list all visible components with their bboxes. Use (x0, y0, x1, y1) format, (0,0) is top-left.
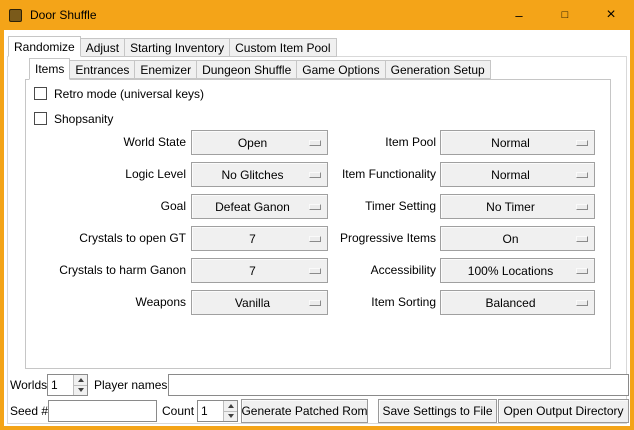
dropdown-indicator-icon (576, 268, 588, 274)
setting-row: Weapons Vanilla Item Sorting Balanced (26, 290, 610, 315)
generate-patched-rom-button[interactable]: Generate Patched Rom (241, 399, 368, 423)
crystals-harm-ganon-value: 7 (249, 264, 256, 278)
item-functionality-dropdown[interactable]: Normal (440, 162, 595, 187)
tab-adjust[interactable]: Adjust (80, 38, 125, 57)
timer-setting-dropdown[interactable]: No Timer (440, 194, 595, 219)
minimize-button[interactable]: – (496, 0, 542, 30)
shopsanity-checkbox-row[interactable]: Shopsanity (34, 110, 113, 127)
player-names-label: Player names (94, 374, 167, 396)
spin-up-icon[interactable] (224, 401, 237, 411)
tab-randomize[interactable]: Randomize (8, 36, 81, 57)
item-pool-label: Item Pool (256, 130, 436, 155)
maximize-button[interactable]: □ (542, 0, 588, 30)
seed-field[interactable] (48, 400, 157, 422)
dropdown-indicator-icon (576, 172, 588, 178)
spin-down-icon[interactable] (224, 411, 237, 422)
seed-label: Seed # (10, 399, 48, 423)
tab-starting-inventory[interactable]: Starting Inventory (124, 38, 230, 57)
dropdown-indicator-icon (576, 300, 588, 306)
retro-mode-label: Retro mode (universal keys) (54, 87, 204, 101)
tab-items[interactable]: Items (29, 58, 70, 80)
goal-label: Goal (26, 194, 186, 219)
crystals-open-gt-value: 7 (249, 232, 256, 246)
worlds-input[interactable] (48, 375, 73, 395)
worlds-row: Worlds Player names (4, 374, 630, 396)
player-names-field[interactable] (168, 374, 629, 396)
retro-mode-checkbox[interactable] (34, 87, 47, 100)
progressive-items-dropdown[interactable]: On (440, 226, 595, 251)
tab-game-options[interactable]: Game Options (296, 60, 385, 79)
item-pool-value: Normal (491, 136, 530, 150)
item-functionality-label: Item Functionality (256, 162, 436, 187)
dropdown-indicator-icon (576, 140, 588, 146)
dropdown-indicator-icon (576, 236, 588, 242)
worlds-spinbox[interactable] (47, 374, 88, 396)
tab-enemizer[interactable]: Enemizer (134, 60, 197, 79)
tab-dungeon-shuffle[interactable]: Dungeon Shuffle (196, 60, 297, 79)
settings-notebook: Items Entrances Enemizer Dungeon Shuffle… (25, 57, 611, 369)
setting-row: World State Open Item Pool Normal (26, 130, 610, 155)
spin-down-icon[interactable] (74, 385, 87, 396)
app-icon (9, 9, 22, 22)
item-pool-dropdown[interactable]: Normal (440, 130, 595, 155)
logic-level-label: Logic Level (26, 162, 186, 187)
shopsanity-checkbox[interactable] (34, 112, 47, 125)
progressive-items-label: Progressive Items (256, 226, 436, 251)
setting-row: Logic Level No Glitches Item Functionali… (26, 162, 610, 187)
weapons-label: Weapons (26, 290, 186, 315)
progressive-items-value: On (502, 232, 518, 246)
worlds-label: Worlds (10, 374, 47, 396)
app-window: Door Shuffle – □ × Randomize Adjust Star… (0, 0, 634, 430)
save-settings-button[interactable]: Save Settings to File (378, 399, 497, 423)
spinner-arrows (73, 375, 87, 395)
count-spinbox[interactable] (197, 400, 238, 422)
spinner-arrows (223, 401, 237, 421)
item-sorting-dropdown[interactable]: Balanced (440, 290, 595, 315)
seed-row: Seed # Count Generate Patched Rom Save S… (4, 399, 630, 423)
item-sorting-label: Item Sorting (256, 290, 436, 315)
dropdown-indicator-icon (576, 204, 588, 210)
inner-tab-bar: Items Entrances Enemizer Dungeon Shuffle… (25, 57, 611, 79)
crystals-harm-ganon-label: Crystals to harm Ganon (26, 258, 186, 283)
tab-generation-setup[interactable]: Generation Setup (385, 60, 491, 79)
world-state-label: World State (26, 130, 186, 155)
window-content: Randomize Adjust Starting Inventory Cust… (4, 30, 630, 426)
item-functionality-value: Normal (491, 168, 530, 182)
items-tab-pane: Retro mode (universal keys) Shopsanity W… (25, 79, 611, 369)
window-controls: – □ × (496, 0, 634, 30)
spin-up-icon[interactable] (74, 375, 87, 385)
setting-row: Crystals to open GT 7 Progressive Items … (26, 226, 610, 251)
item-sorting-value: Balanced (485, 296, 535, 310)
setting-row: Crystals to harm Ganon 7 Accessibility 1… (26, 258, 610, 283)
accessibility-dropdown[interactable]: 100% Locations (440, 258, 595, 283)
tab-custom-item-pool[interactable]: Custom Item Pool (229, 38, 336, 57)
seed-input[interactable] (49, 401, 156, 421)
setting-row: Goal Defeat Ganon Timer Setting No Timer (26, 194, 610, 219)
count-label: Count (162, 399, 194, 423)
close-button[interactable]: × (588, 0, 634, 30)
timer-setting-label: Timer Setting (256, 194, 436, 219)
count-input[interactable] (198, 401, 223, 421)
crystals-open-gt-label: Crystals to open GT (26, 226, 186, 251)
player-names-input[interactable] (169, 375, 628, 395)
tab-entrances[interactable]: Entrances (69, 60, 135, 79)
shopsanity-label: Shopsanity (54, 112, 113, 126)
timer-setting-value: No Timer (486, 200, 535, 214)
open-output-directory-button[interactable]: Open Output Directory (498, 399, 629, 423)
accessibility-value: 100% Locations (468, 264, 553, 278)
outer-tab-bar: Randomize Adjust Starting Inventory Cust… (8, 36, 337, 57)
retro-mode-checkbox-row[interactable]: Retro mode (universal keys) (34, 85, 204, 102)
accessibility-label: Accessibility (256, 258, 436, 283)
titlebar: Door Shuffle – □ × (0, 0, 634, 30)
window-title: Door Shuffle (30, 8, 97, 22)
